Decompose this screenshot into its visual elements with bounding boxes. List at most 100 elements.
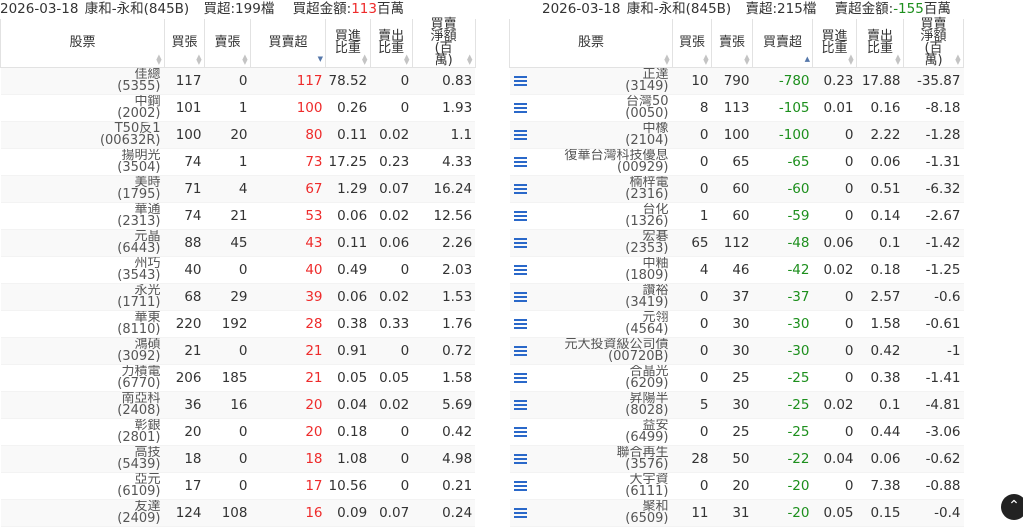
table-row[interactable]: 中橡 (2104) 0 100 -100 0 2.22 -1.28 <box>509 121 964 149</box>
stock-cell[interactable]: 州巧 (3543) <box>0 256 165 284</box>
table-row[interactable]: 中釉 (1809) 4 46 -42 0.02 0.18 -1.25 <box>509 256 964 284</box>
table-row[interactable]: 聯合再生 (3576) 28 50 -22 0.04 0.06 -0.62 <box>509 445 964 473</box>
list-menu-icon[interactable] <box>513 238 527 248</box>
stock-cell[interactable]: 宏碁 (2353) <box>509 229 673 257</box>
list-menu-icon[interactable] <box>513 400 527 410</box>
table-row[interactable]: 中鋼 (2002) 101 1 100 0.26 0 1.93 <box>0 94 476 122</box>
column-header-4[interactable]: 買進比重 ▲▼ <box>812 19 857 68</box>
list-menu-icon[interactable] <box>513 157 527 167</box>
table-row[interactable]: 友達 (2409) 124 108 16 0.09 0.07 0.24 <box>0 499 476 527</box>
column-header-1[interactable]: 買張 ▲▼ <box>164 19 205 68</box>
list-menu-icon[interactable] <box>513 454 527 464</box>
table-row[interactable]: 州巧 (3543) 40 0 40 0.49 0 2.03 <box>0 256 476 284</box>
column-header-0[interactable]: 股票 ▲▼ <box>0 19 165 68</box>
table-row[interactable]: 華通 (2313) 74 21 53 0.06 0.02 12.56 <box>0 202 476 230</box>
table-row[interactable]: 彰銀 (2801) 20 0 20 0.18 0 0.42 <box>0 418 476 446</box>
list-menu-icon[interactable] <box>513 103 527 113</box>
table-row[interactable]: 讚裕 (3419) 0 37 -37 0 2.57 -0.6 <box>509 283 964 311</box>
stock-cell[interactable]: 讚裕 (3419) <box>509 283 673 311</box>
stock-cell[interactable]: 友達 (2409) <box>0 499 165 527</box>
table-row[interactable]: 亞元 (6109) 17 0 17 10.56 0 0.21 <box>0 472 476 500</box>
stock-cell[interactable]: 元翎 (4564) <box>509 310 673 338</box>
column-header-1[interactable]: 買張 ▲▼ <box>672 19 712 68</box>
column-header-6[interactable]: 買賣淨額(百萬) ▲▼ <box>411 18 476 68</box>
list-menu-icon[interactable] <box>513 265 527 275</box>
column-header-3[interactable]: 買賣超 ▲ <box>752 19 813 68</box>
stock-cell[interactable]: 昇陽半 (8028) <box>509 391 673 419</box>
list-menu-icon[interactable] <box>513 427 527 437</box>
table-row[interactable]: 台化 (1326) 1 60 -59 0 0.14 -2.67 <box>509 202 964 230</box>
list-menu-icon[interactable] <box>513 292 527 302</box>
column-header-6[interactable]: 買賣淨額(百萬) ▲▼ <box>903 18 964 68</box>
list-menu-icon[interactable] <box>513 373 527 383</box>
list-menu-icon[interactable] <box>513 481 527 491</box>
stock-cell[interactable]: 大宇資 (6111) <box>509 472 673 500</box>
stock-cell[interactable]: 高技 (5439) <box>0 445 165 473</box>
stock-cell[interactable]: 中鋼 (2002) <box>0 94 165 122</box>
table-row[interactable]: 南亞科 (2408) 36 16 20 0.04 0.02 5.69 <box>0 391 476 419</box>
list-menu-icon[interactable] <box>513 184 527 194</box>
stock-cell[interactable]: 聚和 (6509) <box>509 499 673 527</box>
stock-cell[interactable]: 元晶 (6443) <box>0 229 165 257</box>
column-header-3[interactable]: 買賣超 ▼ <box>250 19 326 68</box>
table-row[interactable]: 元晶 (6443) 88 45 43 0.11 0.06 2.26 <box>0 229 476 257</box>
list-menu-icon[interactable] <box>513 346 527 356</box>
stock-cell[interactable]: 力積電 (6770) <box>0 364 165 392</box>
stock-cell[interactable]: 揚明光 (3504) <box>0 148 165 176</box>
table-row[interactable]: 昇陽半 (8028) 5 30 -25 0.02 0.1 -4.81 <box>509 391 964 419</box>
stock-cell[interactable]: 南亞科 (2408) <box>0 391 165 419</box>
table-row[interactable]: 正達 (3149) 10 790 -780 0.23 17.88 -35.87 <box>509 67 964 95</box>
table-row[interactable]: 楠梓電 (2316) 0 60 -60 0 0.51 -6.32 <box>509 175 964 203</box>
table-row[interactable]: 益安 (6499) 0 25 -25 0 0.44 -3.06 <box>509 418 964 446</box>
stock-cell[interactable]: 彰銀 (2801) <box>0 418 165 446</box>
table-row[interactable]: 永光 (1711) 68 29 39 0.06 0.02 1.53 <box>0 283 476 311</box>
stock-cell[interactable]: 鴻碩 (3092) <box>0 337 165 365</box>
stock-cell[interactable]: 台化 (1326) <box>509 202 673 230</box>
list-menu-icon[interactable] <box>513 508 527 518</box>
stock-cell[interactable]: 美時 (1795) <box>0 175 165 203</box>
table-row[interactable]: 高技 (5439) 18 0 18 1.08 0 4.98 <box>0 445 476 473</box>
table-row[interactable]: 宏碁 (2353) 65 112 -48 0.06 0.1 -1.42 <box>509 229 964 257</box>
stock-cell[interactable]: 華東 (8110) <box>0 310 165 338</box>
column-header-0[interactable]: 股票 ▲▼ <box>509 19 673 68</box>
column-header-5[interactable]: 賣出比重 ▲▼ <box>856 19 904 68</box>
stock-cell[interactable]: T50反1 (00632R) <box>0 121 165 149</box>
stock-cell[interactable]: 聯合再生 (3576) <box>509 445 673 473</box>
stock-cell[interactable]: 佳總 (5355) <box>0 67 165 95</box>
list-menu-icon[interactable] <box>513 211 527 221</box>
table-row[interactable]: 元大投資級公司債 (00720B) 0 30 -30 0 0.42 -1 <box>509 337 964 365</box>
table-row[interactable]: 力積電 (6770) 206 185 21 0.05 0.05 1.58 <box>0 364 476 392</box>
table-row[interactable]: T50反1 (00632R) 100 20 80 0.11 0.02 1.1 <box>0 121 476 149</box>
stock-cell[interactable]: 中橡 (2104) <box>509 121 673 149</box>
column-header-4[interactable]: 買進比重 ▲▼ <box>325 19 371 68</box>
table-row[interactable]: 華東 (8110) 220 192 28 0.38 0.33 1.76 <box>0 310 476 338</box>
table-row[interactable]: 聚和 (6509) 11 31 -20 0.05 0.15 -0.4 <box>509 499 964 527</box>
table-row[interactable]: 元翎 (4564) 0 30 -30 0 1.58 -0.61 <box>509 310 964 338</box>
chevron-up-icon[interactable]: ⌃ <box>1001 494 1023 520</box>
list-menu-icon[interactable] <box>513 76 527 86</box>
table-row[interactable]: 合晶光 (6209) 0 25 -25 0 0.38 -1.41 <box>509 364 964 392</box>
stock-cell[interactable]: 合晶光 (6209) <box>509 364 673 392</box>
table-row[interactable]: 鴻碩 (3092) 21 0 21 0.91 0 0.72 <box>0 337 476 365</box>
stock-cell[interactable]: 華通 (2313) <box>0 202 165 230</box>
table-row[interactable]: 復華台灣科技優息 (00929) 0 65 -65 0 0.06 -1.31 <box>509 148 964 176</box>
table-row[interactable]: 美時 (1795) 71 4 67 1.29 0.07 16.24 <box>0 175 476 203</box>
stock-cell[interactable]: 永光 (1711) <box>0 283 165 311</box>
stock-cell[interactable]: 元大投資級公司債 (00720B) <box>509 337 673 365</box>
stock-cell[interactable]: 益安 (6499) <box>509 418 673 446</box>
list-menu-icon[interactable] <box>513 319 527 329</box>
stock-cell[interactable]: 楠梓電 (2316) <box>509 175 673 203</box>
stock-cell[interactable]: 中釉 (1809) <box>509 256 673 284</box>
stock-cell[interactable]: 正達 (3149) <box>509 67 673 95</box>
table-row[interactable]: 揚明光 (3504) 74 1 73 17.25 0.23 4.33 <box>0 148 476 176</box>
table-row[interactable]: 大宇資 (6111) 0 20 -20 0 7.38 -0.88 <box>509 472 964 500</box>
stock-cell[interactable]: 台灣50 (0050) <box>509 94 673 122</box>
stock-cell[interactable]: 亞元 (6109) <box>0 472 165 500</box>
list-menu-icon[interactable] <box>513 130 527 140</box>
column-header-2[interactable]: 賣張 ▲▼ <box>204 19 251 68</box>
column-header-2[interactable]: 賣張 ▲▼ <box>711 19 753 68</box>
table-row[interactable]: 台灣50 (0050) 8 113 -105 0.01 0.16 -8.18 <box>509 94 964 122</box>
column-header-5[interactable]: 賣出比重 ▲▼ <box>369 19 413 68</box>
table-row[interactable]: 佳總 (5355) 117 0 117 78.52 0 0.83 <box>0 67 476 95</box>
stock-cell[interactable]: 復華台灣科技優息 (00929) <box>509 148 673 176</box>
